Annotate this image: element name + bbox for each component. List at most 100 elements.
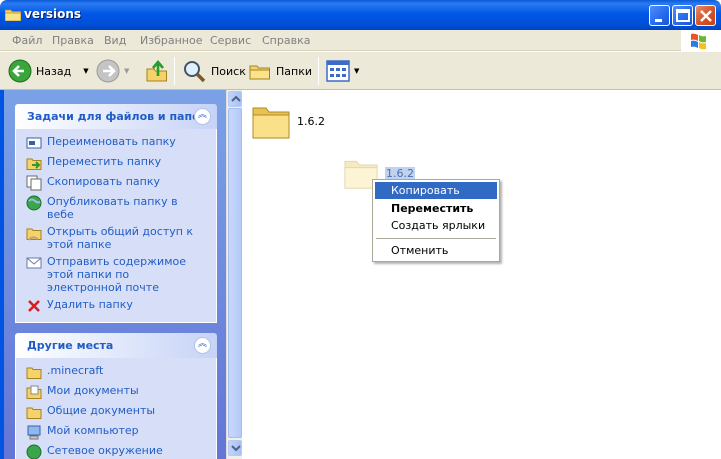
forward-button[interactable]: ▼ bbox=[96, 56, 129, 86]
up-folder-button[interactable] bbox=[145, 56, 169, 86]
folders-icon bbox=[249, 65, 270, 80]
maximize-icon bbox=[676, 9, 690, 22]
folders-button[interactable]: Папки bbox=[248, 56, 312, 86]
search-label: Поиск bbox=[211, 64, 246, 78]
copy-icon bbox=[26, 175, 42, 191]
menu-view[interactable]: Вид bbox=[104, 34, 126, 47]
back-arrow-icon bbox=[8, 59, 32, 83]
title-bar[interactable]: versions bbox=[0, 0, 721, 30]
task-label: Отправить содержимое этой папки по элект… bbox=[47, 255, 186, 294]
toolbar-separator bbox=[318, 57, 319, 85]
task-label: Скопировать папку bbox=[47, 175, 160, 188]
folder-icon bbox=[252, 107, 290, 139]
minimize-icon bbox=[655, 19, 662, 22]
chevron-down-icon bbox=[231, 445, 241, 452]
place-minecraft[interactable]: .minecraft bbox=[26, 364, 216, 380]
menu-help[interactable]: Справка bbox=[262, 34, 310, 47]
place-label: Сетевое окружение bbox=[47, 444, 163, 457]
toolbar-separator bbox=[174, 57, 175, 85]
task-label: Переименовать папку bbox=[47, 135, 176, 148]
maximize-button[interactable] bbox=[672, 5, 693, 26]
menu-file[interactable]: Файл bbox=[12, 34, 42, 47]
back-label: Назад bbox=[36, 64, 72, 78]
menu-separator bbox=[376, 238, 496, 239]
folder-name: 1.6.2 bbox=[297, 114, 325, 128]
close-icon bbox=[700, 10, 712, 22]
up-folder-icon bbox=[146, 59, 167, 82]
chevron-up-icon bbox=[231, 95, 241, 102]
place-my-documents[interactable]: Мои документы bbox=[26, 384, 216, 400]
globe-icon bbox=[26, 195, 42, 211]
place-label: Мои документы bbox=[47, 384, 139, 397]
scroll-up-button[interactable] bbox=[228, 91, 242, 107]
scroll-thumb[interactable] bbox=[228, 108, 242, 438]
windows-logo-icon bbox=[681, 30, 721, 51]
delete-icon bbox=[28, 300, 40, 312]
search-icon bbox=[184, 61, 206, 83]
drag-ghost-label: 1.6.2 bbox=[385, 166, 415, 180]
folder-item[interactable]: 1.6.2 bbox=[251, 102, 325, 140]
task-delete-folder[interactable]: Удалить папку bbox=[26, 298, 216, 314]
file-tasks-list: Переименовать папку Переместить папку Ск… bbox=[15, 129, 217, 323]
file-tasks-header[interactable]: Задачи для файлов и папок ︽ bbox=[15, 104, 217, 129]
menu-item-create-shortcuts[interactable]: Создать ярлыки bbox=[375, 217, 497, 234]
menu-item-cancel[interactable]: Отменить bbox=[375, 242, 497, 259]
my-documents-icon bbox=[26, 385, 42, 399]
other-places-panel: Другие места ︽ .minecraft Мои документы … bbox=[15, 333, 217, 459]
folder-icon bbox=[26, 407, 42, 419]
collapse-icon[interactable]: ︽ bbox=[194, 108, 211, 125]
task-label: Опубликовать папку в вебе bbox=[47, 195, 178, 221]
other-places-header[interactable]: Другие места ︽ bbox=[15, 333, 217, 358]
views-icon bbox=[326, 60, 350, 82]
back-button[interactable]: Назад ▼ bbox=[8, 56, 89, 86]
close-button[interactable] bbox=[695, 5, 716, 26]
place-label: Мой компьютер bbox=[47, 424, 139, 437]
file-tasks-panel: Задачи для файлов и папок ︽ Переименоват… bbox=[15, 104, 217, 323]
task-publish-folder[interactable]: Опубликовать папку в вебе bbox=[26, 195, 216, 221]
forward-dropdown-icon[interactable]: ▼ bbox=[124, 67, 129, 75]
minimize-button[interactable] bbox=[649, 5, 670, 26]
task-label: Удалить папку bbox=[47, 298, 133, 311]
place-label: .minecraft bbox=[47, 364, 104, 377]
task-rename-folder[interactable]: Переименовать папку bbox=[26, 135, 216, 151]
computer-icon bbox=[27, 425, 41, 440]
menu-favorites[interactable]: Избранное bbox=[140, 34, 202, 47]
toolbar: Назад ▼ ▼ Поиск Папки ▼ bbox=[0, 52, 721, 90]
network-icon bbox=[26, 444, 42, 459]
task-copy-folder[interactable]: Скопировать папку bbox=[26, 175, 216, 191]
scroll-down-button[interactable] bbox=[228, 440, 242, 456]
folder-icon bbox=[26, 367, 42, 379]
task-label: Открыть общий доступ к этой папке bbox=[47, 225, 194, 251]
task-email-folder[interactable]: Отправить содержимое этой папки по элект… bbox=[26, 255, 216, 294]
share-icon bbox=[26, 228, 42, 241]
menu-item-copy[interactable]: Копировать bbox=[375, 182, 497, 199]
menu-edit[interactable]: Правка bbox=[52, 34, 94, 47]
collapse-icon[interactable]: ︽ bbox=[194, 337, 211, 354]
place-network[interactable]: Сетевое окружение bbox=[26, 444, 216, 459]
task-move-folder[interactable]: Переместить папку bbox=[26, 155, 216, 171]
task-pane-scrollbar[interactable] bbox=[226, 90, 242, 459]
file-tasks-title: Задачи для файлов и папок bbox=[27, 110, 208, 123]
views-button[interactable]: ▼ bbox=[326, 56, 359, 86]
menu-bar: Файл Правка Вид Избранное Сервис Справка bbox=[0, 30, 721, 51]
menu-tools[interactable]: Сервис bbox=[210, 34, 251, 47]
place-shared-documents[interactable]: Общие документы bbox=[26, 404, 216, 420]
rename-icon bbox=[26, 137, 42, 149]
search-button[interactable]: Поиск bbox=[181, 56, 246, 86]
email-icon bbox=[26, 257, 42, 269]
folder-icon bbox=[5, 9, 21, 21]
views-dropdown-icon[interactable]: ▼ bbox=[354, 67, 359, 75]
menu-item-move[interactable]: Переместить bbox=[375, 200, 497, 217]
folders-label: Папки bbox=[276, 64, 312, 78]
file-view[interactable]: 1.6.2 1.6.2 bbox=[243, 90, 721, 459]
back-dropdown-icon[interactable]: ▼ bbox=[83, 67, 88, 75]
place-my-computer[interactable]: Мой компьютер bbox=[26, 424, 216, 440]
other-places-list: .minecraft Мои документы Общие документы… bbox=[15, 358, 217, 459]
task-label: Переместить папку bbox=[47, 155, 162, 168]
context-menu: Копировать Переместить Создать ярлыки От… bbox=[372, 179, 500, 262]
window-title: versions bbox=[24, 7, 82, 21]
forward-arrow-icon bbox=[96, 59, 120, 83]
task-share-folder[interactable]: Открыть общий доступ к этой папке bbox=[26, 225, 216, 251]
other-places-title: Другие места bbox=[27, 339, 114, 352]
place-label: Общие документы bbox=[47, 404, 156, 417]
